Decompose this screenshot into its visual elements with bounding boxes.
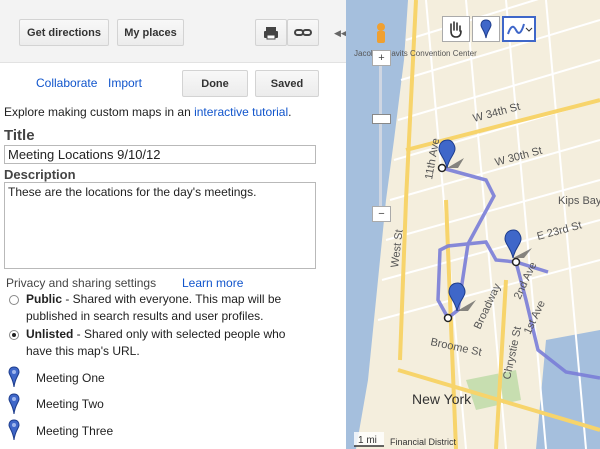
public-radio[interactable] <box>9 295 19 305</box>
description-input[interactable]: These are the locations for the day's me… <box>4 182 316 269</box>
description-label: Description <box>4 167 76 182</box>
intro-prefix: Explore making custom maps in an <box>4 105 195 119</box>
neighborhood-label-kips-bay: Kips Bay <box>558 195 600 207</box>
zoom-slider-handle[interactable] <box>372 114 391 124</box>
east-river-water <box>536 330 600 449</box>
my-places-button[interactable]: My places <box>117 19 184 46</box>
line-tool-button[interactable] <box>502 16 536 42</box>
placemark-label[interactable]: Meeting Three <box>36 424 113 438</box>
city-label-new-york: New York <box>412 391 472 407</box>
import-link[interactable]: Import <box>108 76 142 90</box>
done-button[interactable]: Done <box>182 70 248 97</box>
zoom-in-button[interactable]: + <box>372 50 391 66</box>
public-option-desc: - Shared with everyone. This map will be <box>62 292 282 306</box>
unlisted-option-desc2: have this map's URL. <box>26 344 140 358</box>
link-button[interactable] <box>287 19 319 46</box>
get-directions-button[interactable]: Get directions <box>19 19 109 46</box>
pegman-icon[interactable] <box>370 20 392 43</box>
unlisted-option-desc: - Shared only with selected people who <box>73 327 286 341</box>
scale-label: 1 mi <box>358 435 377 446</box>
line-tool-icon <box>507 23 533 35</box>
unlisted-radio[interactable] <box>9 330 19 340</box>
map-view[interactable]: Jacob K. Javits Convention Center W 34th… <box>346 0 600 449</box>
intro-suffix: . <box>288 105 292 119</box>
placemark-label[interactable]: Meeting Two <box>36 397 104 411</box>
title-input[interactable] <box>4 145 316 164</box>
public-option-name: Public <box>26 292 63 306</box>
hand-tool-button[interactable] <box>442 16 470 42</box>
placemark-icon <box>480 19 492 39</box>
district-label-financial: Financial District <box>390 437 457 447</box>
left-panel: Get directions My places ◀◀ Collaborate … <box>0 0 348 449</box>
hand-icon <box>450 21 462 38</box>
placemark-icon[interactable] <box>8 393 20 415</box>
placemark-icon[interactable] <box>8 366 20 388</box>
public-option-desc2: published in search results and user pro… <box>26 309 264 323</box>
unlisted-option-name: Unlisted <box>26 327 74 341</box>
intro-text: Explore making custom maps in an interac… <box>4 105 291 119</box>
saved-button[interactable]: Saved <box>255 70 319 97</box>
zoom-slider-track[interactable] <box>379 66 382 206</box>
unlisted-option: Unlisted - Shared only with selected peo… <box>26 326 344 360</box>
placemark-tool-button[interactable] <box>472 16 500 42</box>
placemark-label[interactable]: Meeting One <box>36 371 105 385</box>
title-label: Title <box>4 127 35 144</box>
print-icon <box>264 27 278 40</box>
map-scale: 1 mi <box>354 432 384 447</box>
interactive-tutorial-link[interactable]: interactive tutorial <box>194 105 288 119</box>
placemark-icon[interactable] <box>8 419 20 441</box>
zoom-out-button[interactable]: − <box>372 206 391 222</box>
print-button[interactable] <box>255 19 287 46</box>
toolbar: Get directions My places ◀◀ <box>0 0 348 63</box>
link-icon <box>294 29 312 36</box>
learn-more-link[interactable]: Learn more <box>182 276 243 290</box>
map-canvas: Jacob K. Javits Convention Center W 34th… <box>346 0 600 449</box>
collaborate-link[interactable]: Collaborate <box>36 76 97 90</box>
privacy-heading: Privacy and sharing settings <box>6 276 157 290</box>
public-option: Public - Shared with everyone. This map … <box>26 291 344 325</box>
